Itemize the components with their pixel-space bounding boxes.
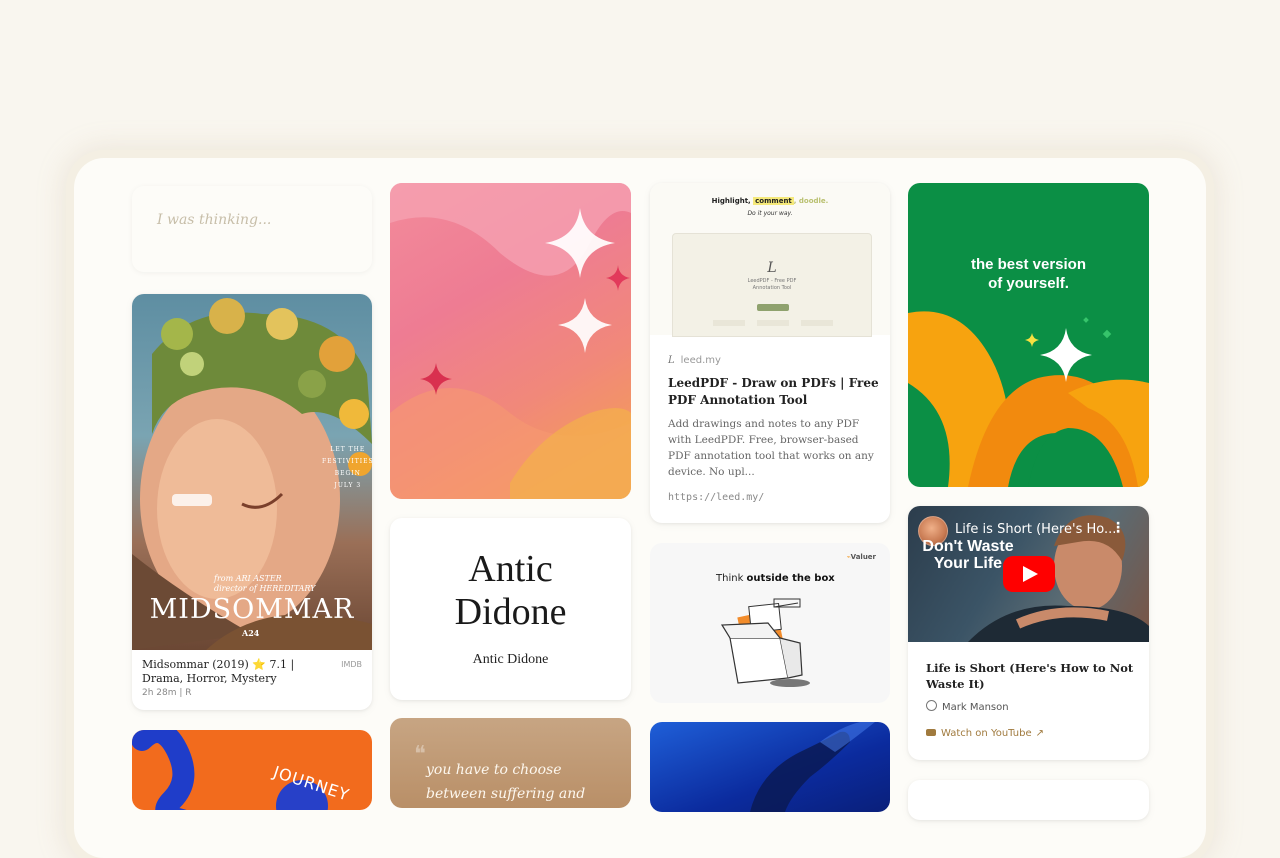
- more-vert-icon[interactable]: ⋮: [1111, 520, 1125, 536]
- sparkle-illustration: [390, 183, 631, 499]
- external-link-icon: ↗: [1035, 728, 1045, 739]
- movie-title: Midsommar (2019) ⭐ 7.1 | Drama, Horror, …: [142, 658, 295, 685]
- quote-mark-icon: ❝: [414, 742, 426, 767]
- thumbnail-caption: Don't Waste Your Life: [922, 538, 1014, 572]
- preview-headline-suffix: , doodle.: [793, 197, 829, 205]
- video-author-name: Mark Manson: [942, 702, 1009, 713]
- movie-source: IMDB: [341, 660, 362, 669]
- thumbnail-title: Life is Short (Here's Ho...: [955, 522, 1117, 537]
- arch-illustration: [908, 311, 1149, 487]
- movie-runtime-rating: 2h 28m | R: [142, 688, 192, 698]
- hand-illustration: [750, 722, 875, 812]
- video-thumbnail[interactable]: Life is Short (Here's Ho... ⋮ Don't Wast…: [908, 506, 1149, 642]
- font-card[interactable]: Antic Didone Antic Didone: [390, 518, 631, 700]
- link-url[interactable]: https://leed.my/: [668, 492, 764, 503]
- link-preview-image: Highlight, comment, doodle. Do it your w…: [650, 183, 890, 337]
- link-description: Add drawings and notes to any PDF with L…: [668, 418, 874, 478]
- pink-abstract-image-card[interactable]: [390, 183, 631, 499]
- box-illustration: [720, 598, 810, 687]
- link-title[interactable]: LeedPDF - Draw on PDFs | Free PDF Annota…: [668, 375, 880, 409]
- play-icon[interactable]: [1003, 556, 1055, 592]
- poster-studio: A24: [242, 628, 260, 638]
- youtube-video-card[interactable]: Life is Short (Here's Ho... ⋮ Don't Wast…: [908, 506, 1149, 760]
- preview-chips: [713, 320, 833, 326]
- blue-hand-image-card[interactable]: [650, 722, 890, 812]
- movie-poster: LET THE FESTIVITIES BEGIN JULY 3 from AR…: [132, 294, 372, 650]
- poster-title: MIDSOMMAR: [149, 594, 355, 625]
- person-icon: [926, 700, 937, 711]
- watch-on-youtube-link[interactable]: Watch on YouTube ↗: [926, 728, 1044, 739]
- link-preview-card[interactable]: Highlight, comment, doodle. Do it your w…: [650, 183, 890, 523]
- green-best-version-card[interactable]: the best version of yourself.: [908, 183, 1149, 487]
- movie-card[interactable]: LET THE FESTIVITIES BEGIN JULY 3 from AR…: [132, 294, 372, 710]
- think-outside-box-card[interactable]: ⌁Valuer Think outside the box: [650, 543, 890, 703]
- orange-journey-card[interactable]: JOURNEY: [132, 730, 372, 810]
- note-input-card[interactable]: I was thinking...: [132, 186, 372, 272]
- preview-headline-highlight: comment: [753, 197, 794, 205]
- link-domain-text: leed.my: [680, 355, 721, 366]
- preview-subline: Do it your way.: [747, 210, 793, 217]
- preview-app-window: L LeedPDF - Free PDF Annotation Tool: [672, 233, 872, 337]
- youtube-icon: [926, 729, 936, 736]
- poster-credit: from ARI ASTER director of HEREDITARY: [214, 574, 316, 593]
- preview-app-title: LeedPDF - Free PDF Annotation Tool: [747, 278, 797, 291]
- preview-headline: Highlight, comment, doodle.: [650, 197, 890, 205]
- font-name: Antic Didone: [472, 652, 549, 667]
- preview-button: [757, 304, 789, 311]
- link-domain: Lleed.my: [668, 355, 721, 366]
- partial-card[interactable]: [908, 780, 1149, 820]
- favicon-icon: L: [668, 355, 675, 366]
- quote-card[interactable]: ❝ you have to choose between suffering a…: [390, 718, 631, 808]
- note-placeholder[interactable]: I was thinking...: [157, 212, 271, 228]
- video-title[interactable]: Life is Short (Here's How to Not Waste I…: [926, 660, 1136, 692]
- video-author: Mark Manson: [926, 700, 1009, 713]
- preview-logo: L: [767, 260, 777, 276]
- preview-headline-prefix: Highlight,: [711, 197, 754, 205]
- poster-dates: LET THE FESTIVITIES BEGIN JULY 3: [322, 446, 372, 489]
- font-specimen: Antic Didone: [454, 548, 567, 633]
- watch-label: Watch on YouTube: [941, 728, 1032, 739]
- quote-text: you have to choose between suffering and: [426, 762, 586, 802]
